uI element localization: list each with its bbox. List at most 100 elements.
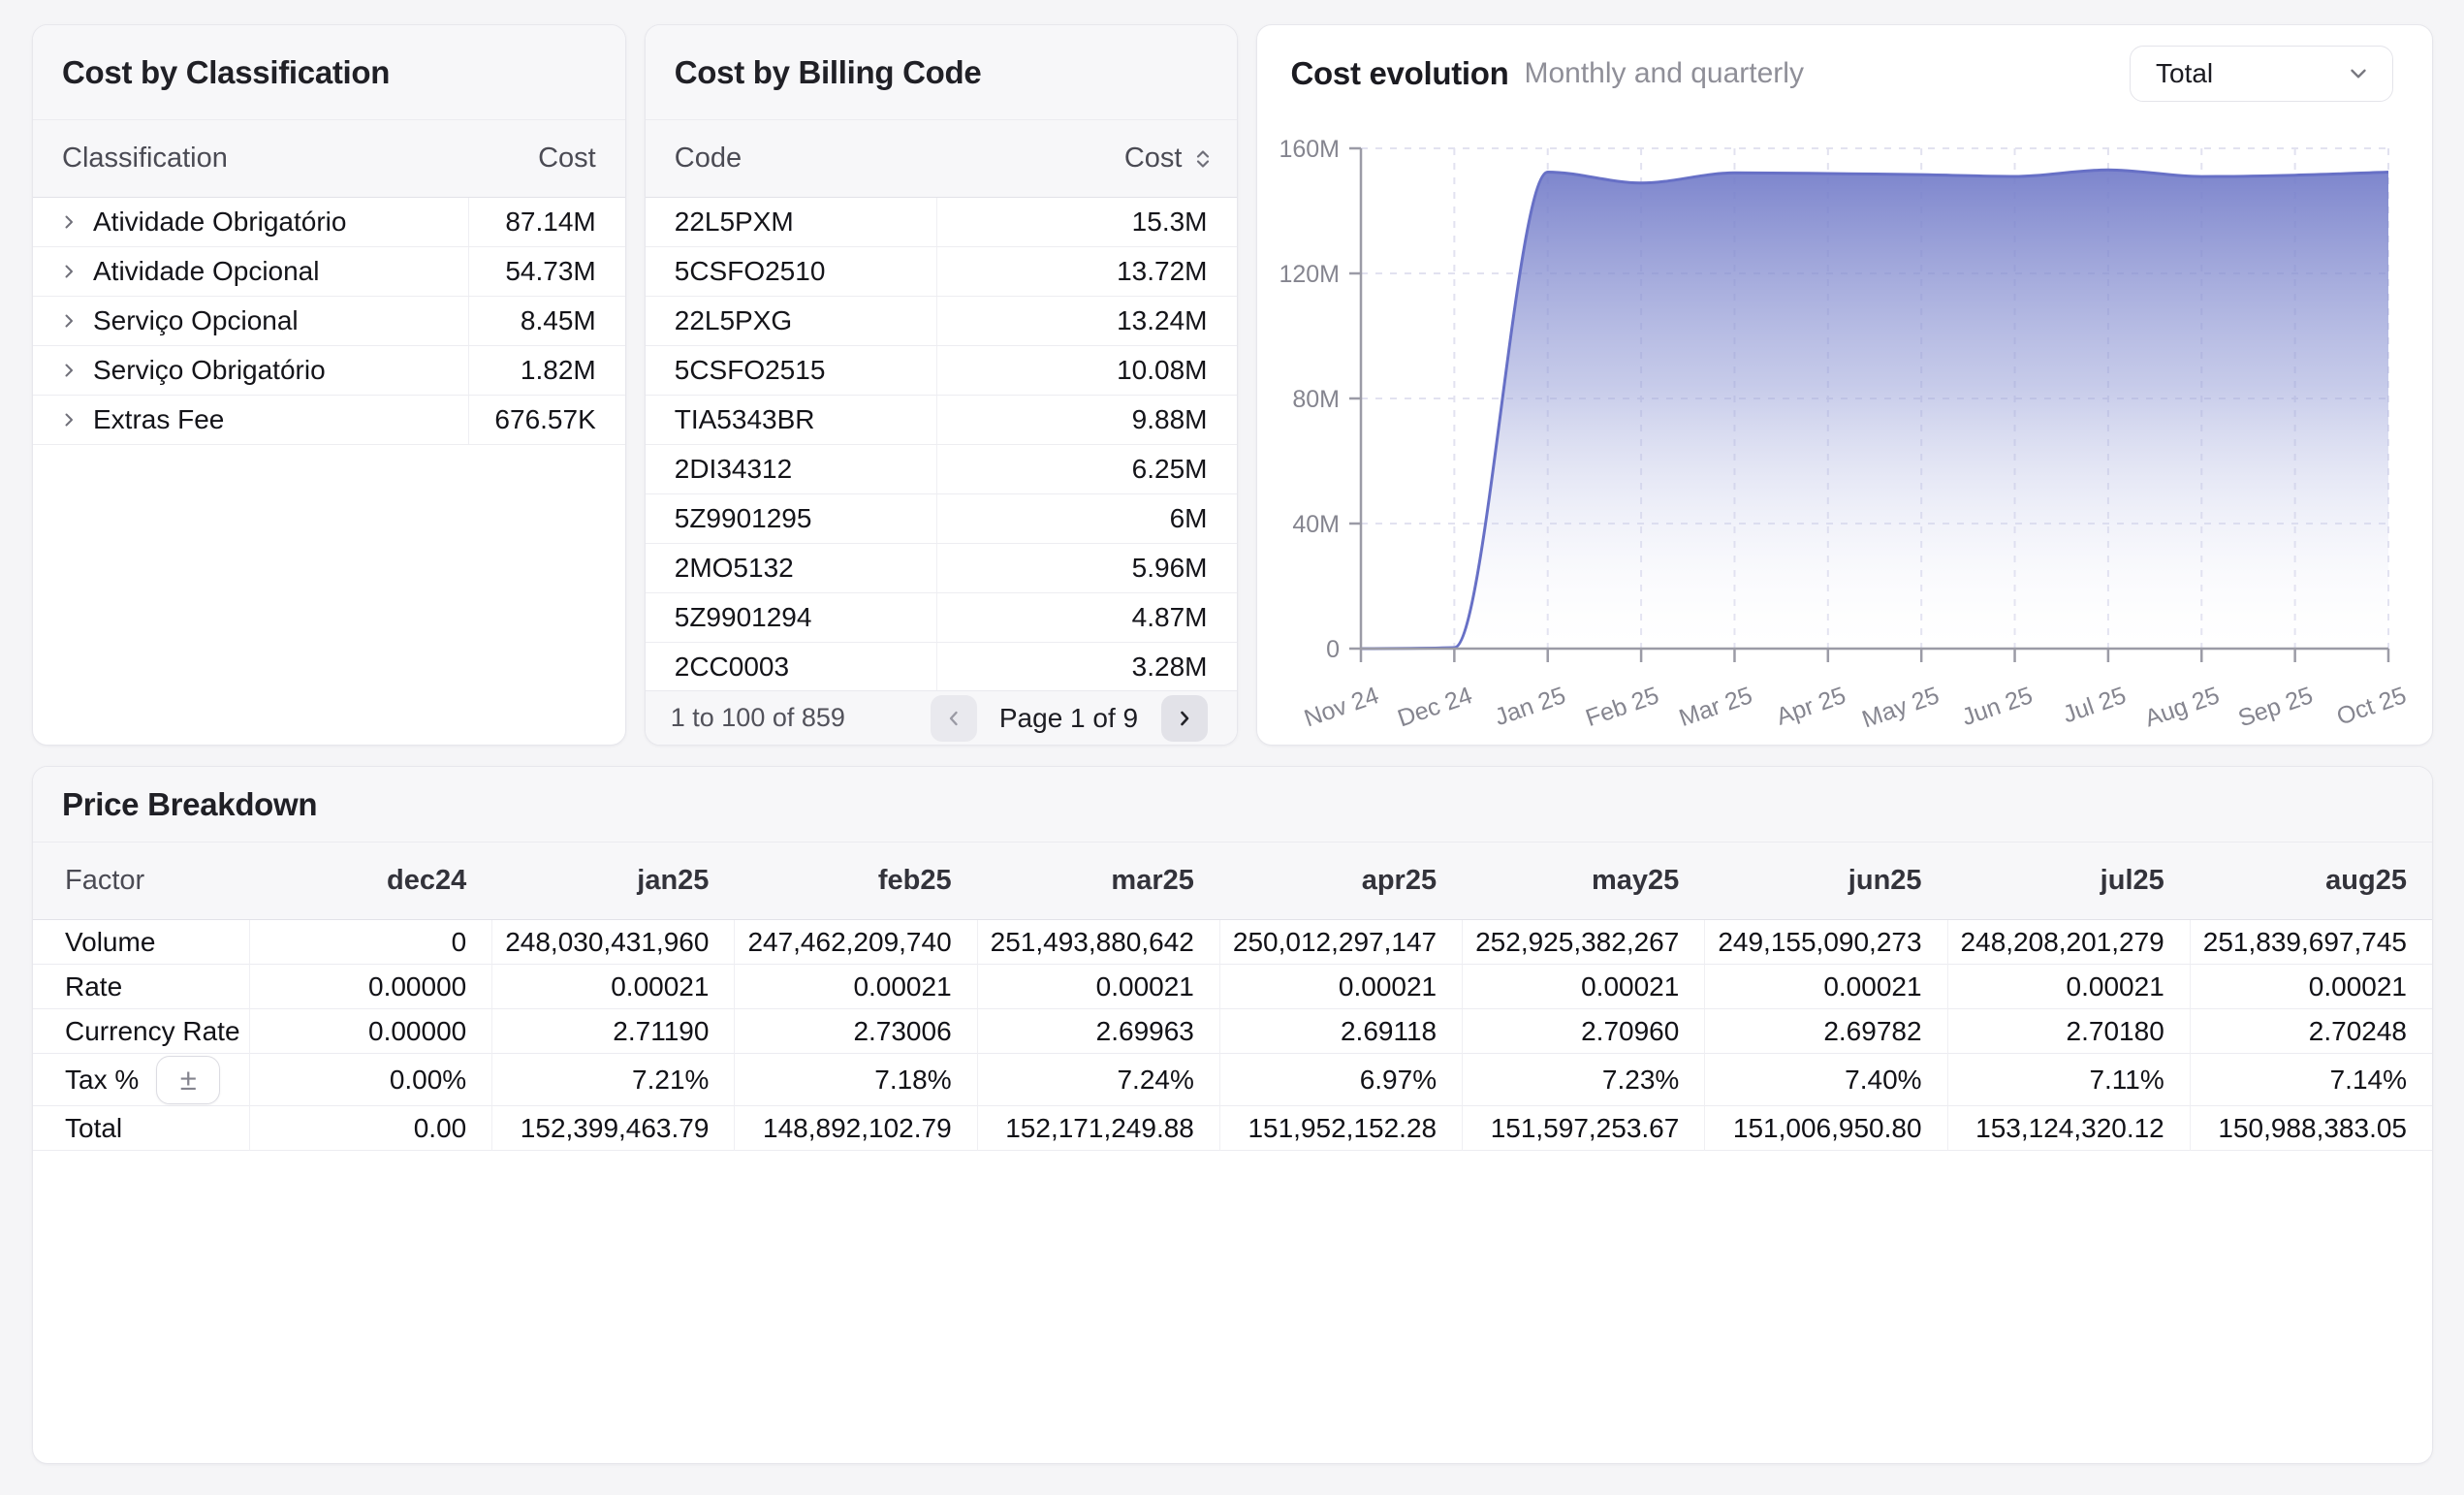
month-column-header: mar25 bbox=[977, 843, 1219, 919]
svg-text:Jul 25: Jul 25 bbox=[2059, 682, 2129, 728]
billing-code-row[interactable]: 5CSFO2510 13.72M bbox=[646, 247, 1237, 297]
classification-row[interactable]: Atividade Opcional 54.73M bbox=[33, 247, 625, 297]
billing-code-row[interactable]: 22L5PXM 15.3M bbox=[646, 198, 1237, 247]
billing-cost: 13.72M bbox=[936, 247, 1237, 296]
month-column-header: apr25 bbox=[1219, 843, 1462, 919]
dashboard-page: Cost by Classification Classification Co… bbox=[0, 0, 2464, 1495]
billing-cost: 3.28M bbox=[936, 643, 1237, 691]
price-value-cell: 2.70248 bbox=[2190, 1009, 2432, 1054]
svg-text:Jun 25: Jun 25 bbox=[1958, 682, 2036, 731]
chevron-left-icon bbox=[944, 709, 963, 728]
series-select-dropdown[interactable]: Total bbox=[2130, 46, 2393, 102]
billing-code-row[interactable]: TIA5343BR 9.88M bbox=[646, 396, 1237, 445]
price-value-cell: 2.70180 bbox=[1947, 1009, 2190, 1054]
panel-title: Cost by Billing Code bbox=[675, 54, 982, 91]
billing-code-row[interactable]: 5Z9901294 4.87M bbox=[646, 593, 1237, 643]
price-value-cell: 248,208,201,279 bbox=[1947, 920, 2190, 965]
column-header-cost-sortable[interactable]: Cost bbox=[936, 143, 1237, 175]
price-table-body: Volume0248,030,431,960247,462,209,740251… bbox=[33, 920, 2432, 1151]
billing-code: 2CC0003 bbox=[646, 643, 936, 691]
price-breakdown-panel: Price Breakdown Factor dec24jan25feb25ma… bbox=[32, 766, 2433, 1464]
billing-code-row[interactable]: 5CSFO2515 10.08M bbox=[646, 346, 1237, 396]
column-header-classification: Classification bbox=[33, 143, 468, 175]
price-value-cell: 2.70960 bbox=[1462, 1009, 1704, 1054]
price-value-cell: 248,030,431,960 bbox=[491, 920, 734, 965]
billing-code-row[interactable]: 2DI34312 6.25M bbox=[646, 445, 1237, 494]
next-page-button[interactable] bbox=[1161, 695, 1208, 742]
billing-cost: 5.96M bbox=[936, 544, 1237, 592]
price-row: Currency Rate0.000002.711902.730062.6996… bbox=[33, 1009, 2432, 1054]
billing-code: TIA5343BR bbox=[646, 396, 936, 444]
classification-row[interactable]: Extras Fee 676.57K bbox=[33, 396, 625, 445]
month-column-header: dec24 bbox=[249, 843, 491, 919]
chevron-right-icon[interactable] bbox=[60, 411, 78, 429]
price-value-cell: 0.00000 bbox=[249, 1009, 491, 1054]
price-value-cell: 151,006,950.80 bbox=[1704, 1106, 1946, 1151]
price-value-cell: 2.69963 bbox=[977, 1009, 1219, 1054]
billing-code: 2DI34312 bbox=[646, 445, 936, 493]
classification-row[interactable]: Serviço Obrigatório 1.82M bbox=[33, 346, 625, 396]
price-table-header: Factor dec24jan25feb25mar25apr25may25jun… bbox=[33, 843, 2432, 920]
svg-text:160M: 160M bbox=[1279, 136, 1340, 163]
billing-code: 2MO5132 bbox=[646, 544, 936, 592]
price-value-cell: 7.40% bbox=[1704, 1054, 1946, 1106]
cost-by-billing-code-panel: Cost by Billing Code Code Cost 22L5PXM 1… bbox=[645, 24, 1238, 746]
panel-title: Price Breakdown bbox=[62, 786, 317, 823]
price-value-cell: 2.71190 bbox=[491, 1009, 734, 1054]
column-header-cost: Cost bbox=[468, 143, 625, 175]
tax-adjust-button[interactable]: ± bbox=[156, 1056, 220, 1104]
price-value-cell: 0.00021 bbox=[1219, 965, 1462, 1009]
price-value-cell: 0.00021 bbox=[1704, 965, 1946, 1009]
month-column-header: jun25 bbox=[1704, 843, 1946, 919]
price-value-cell: 151,597,253.67 bbox=[1462, 1106, 1704, 1151]
price-value-cell: 0.00021 bbox=[1947, 965, 2190, 1009]
price-value-cell: 0 bbox=[249, 920, 491, 965]
classification-name-cell: Serviço Obrigatório bbox=[33, 346, 468, 395]
previous-page-button[interactable] bbox=[931, 695, 977, 742]
page-indicator: Page 1 of 9 bbox=[977, 703, 1161, 734]
billing-code-row[interactable]: 5Z9901295 6M bbox=[646, 494, 1237, 544]
chevron-right-icon[interactable] bbox=[60, 213, 78, 231]
classification-name-cell: Atividade Opcional bbox=[33, 247, 468, 296]
price-value-cell: 0.00000 bbox=[249, 965, 491, 1009]
price-value-cell: 0.00021 bbox=[734, 965, 976, 1009]
column-header-code: Code bbox=[646, 143, 936, 175]
price-value-cell: 7.11% bbox=[1947, 1054, 2190, 1106]
cost-evolution-panel: Cost evolution Monthly and quarterly Tot… bbox=[1256, 24, 2434, 746]
classification-cost: 1.82M bbox=[468, 346, 625, 395]
chevron-right-icon[interactable] bbox=[60, 362, 78, 379]
billing-cost: 15.3M bbox=[936, 198, 1237, 246]
price-value-cell: 252,925,382,267 bbox=[1462, 920, 1704, 965]
factor-label: Total bbox=[65, 1113, 122, 1144]
classification-rows: Atividade Obrigatório 87.14M Atividade O… bbox=[33, 198, 625, 445]
month-column-header: jul25 bbox=[1947, 843, 2190, 919]
chevron-right-icon[interactable] bbox=[60, 263, 78, 280]
classification-cost: 676.57K bbox=[468, 396, 625, 444]
column-header-factor: Factor bbox=[33, 843, 249, 919]
chevron-right-icon[interactable] bbox=[60, 312, 78, 330]
billing-code-row[interactable]: 2CC0003 3.28M bbox=[646, 643, 1237, 692]
price-value-cell: 7.14% bbox=[2190, 1054, 2432, 1106]
classification-row[interactable]: Atividade Obrigatório 87.14M bbox=[33, 198, 625, 247]
factor-label: Rate bbox=[65, 971, 122, 1002]
top-row: Cost by Classification Classification Co… bbox=[32, 24, 2433, 746]
price-value-cell: 153,124,320.12 bbox=[1947, 1106, 2190, 1151]
price-row: Rate0.000000.000210.000210.000210.000210… bbox=[33, 965, 2432, 1009]
classification-table-header: Classification Cost bbox=[33, 120, 625, 198]
svg-text:Jan 25: Jan 25 bbox=[1491, 682, 1568, 731]
svg-text:Oct 25: Oct 25 bbox=[2333, 682, 2410, 730]
classification-row[interactable]: Serviço Opcional 8.45M bbox=[33, 297, 625, 346]
billing-code-row[interactable]: 22L5PXG 13.24M bbox=[646, 297, 1237, 346]
price-value-cell: 7.23% bbox=[1462, 1054, 1704, 1106]
panel-header: Cost by Billing Code bbox=[646, 25, 1237, 120]
billing-code: 5CSFO2515 bbox=[646, 346, 936, 395]
price-value-cell: 0.00021 bbox=[977, 965, 1219, 1009]
chart-subtitle: Monthly and quarterly bbox=[1524, 57, 1804, 90]
billing-cost: 9.88M bbox=[936, 396, 1237, 444]
price-value-cell: 152,399,463.79 bbox=[491, 1106, 734, 1151]
price-value-cell: 6.97% bbox=[1219, 1054, 1462, 1106]
billing-code: 22L5PXG bbox=[646, 297, 936, 345]
billing-code-row[interactable]: 2MO5132 5.96M bbox=[646, 544, 1237, 593]
billing-cost: 6.25M bbox=[936, 445, 1237, 493]
month-column-header: aug25 bbox=[2190, 843, 2432, 919]
